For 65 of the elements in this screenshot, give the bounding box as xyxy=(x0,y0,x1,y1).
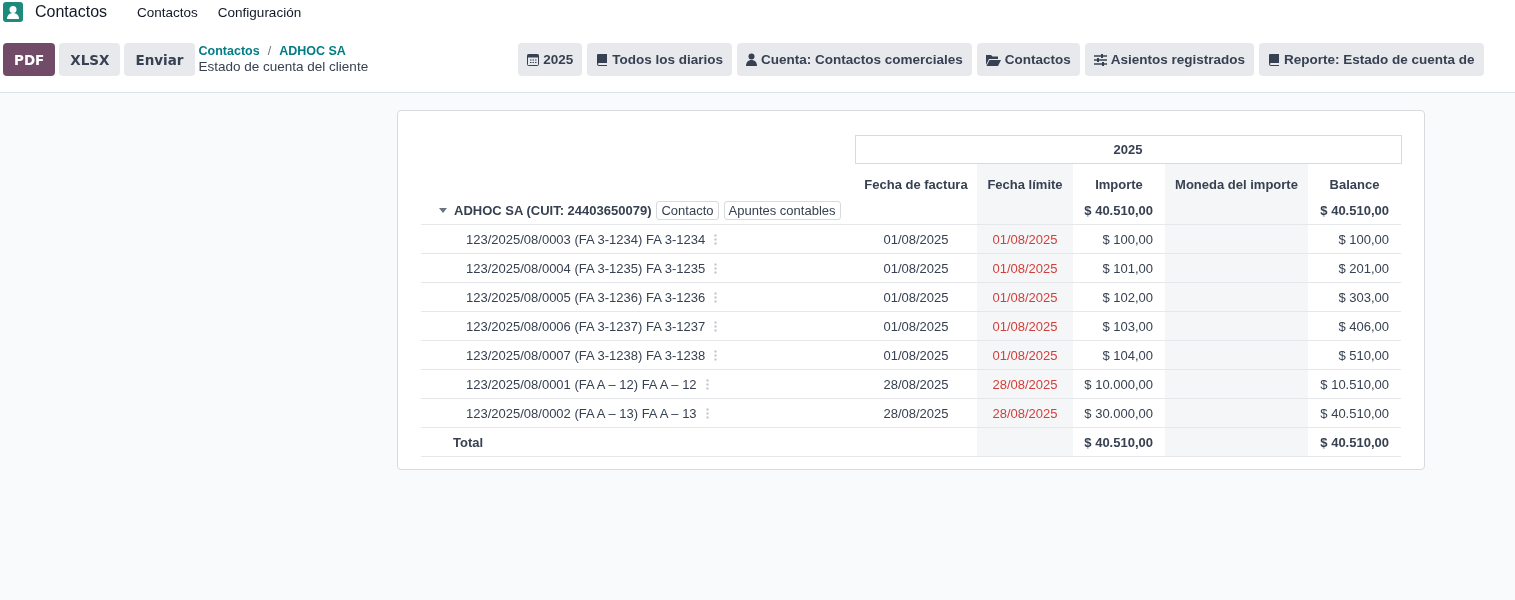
group-button[interactable]: Apuntes contables xyxy=(723,200,841,220)
user-icon xyxy=(745,53,757,66)
kebab-icon[interactable] xyxy=(714,320,718,332)
table-cell: 01/08/2025 xyxy=(977,311,1073,341)
table-cell: 01/08/2025 xyxy=(977,224,1073,254)
kebab-icon[interactable] xyxy=(714,349,718,361)
table-cell: $ 303,00 xyxy=(1308,282,1401,312)
table-cell: $ 40.510,00 xyxy=(1073,196,1165,225)
filter-button[interactable]: Todos los diarios xyxy=(587,43,732,76)
table-cell: $ 201,00 xyxy=(1308,253,1401,283)
book-icon xyxy=(596,53,609,66)
sliders-icon xyxy=(1093,53,1107,66)
table-cell: 01/08/2025 xyxy=(977,282,1073,312)
export-button[interactable]: PDF xyxy=(3,43,56,76)
calendar-icon xyxy=(527,53,540,66)
breadcrumb-link[interactable]: Contactos xyxy=(198,43,260,59)
kebab-icon[interactable] xyxy=(714,233,718,245)
total-label: Total xyxy=(452,434,484,450)
page-title: Estado de cuenta del cliente xyxy=(198,59,369,75)
book-icon xyxy=(1268,53,1281,66)
table-cell: $ 40.510,00 xyxy=(1308,427,1401,457)
export-button[interactable]: XLSX xyxy=(59,43,121,76)
table-cell: $ 100,00 xyxy=(1308,224,1401,254)
group-button[interactable]: Contacto xyxy=(656,200,719,220)
column-header: Importe xyxy=(1073,163,1165,196)
entry-name[interactable]: 123/2025/08/0003 (FA 3-1234) FA 3-1234 xyxy=(466,231,706,247)
column-header: Fecha de factura xyxy=(855,163,977,196)
table-cell: 01/08/2025 xyxy=(977,253,1073,283)
entry-name[interactable]: 123/2025/08/0007 (FA 3-1238) FA 3-1238 xyxy=(466,347,706,363)
menu-item[interactable]: Configuración xyxy=(217,4,302,20)
filter-button[interactable]: Reporte: Estado de cuenta de xyxy=(1259,43,1484,76)
app-name[interactable]: Contactos xyxy=(35,3,108,21)
table-cell: 28/08/2025 xyxy=(977,369,1073,399)
entry-name[interactable]: 123/2025/08/0005 (FA 3-1236) FA 3-1236 xyxy=(466,289,706,305)
export-button[interactable]: Enviar xyxy=(124,43,195,76)
period-header: 2025 xyxy=(855,135,1401,164)
entry-name[interactable]: 123/2025/08/0004 (FA 3-1235) FA 3-1235 xyxy=(466,260,706,276)
table-cell: $ 10.510,00 xyxy=(1308,369,1401,399)
table-cell: $ 510,00 xyxy=(1308,340,1401,370)
caret-icon[interactable] xyxy=(439,207,447,213)
filter-button[interactable]: Contactos xyxy=(976,43,1080,76)
filter-button[interactable]: 2025 xyxy=(518,43,583,76)
kebab-icon[interactable] xyxy=(714,262,718,274)
kebab-icon[interactable] xyxy=(714,291,718,303)
table-cell: $ 406,00 xyxy=(1308,311,1401,341)
menu-item[interactable]: Contactos xyxy=(137,4,198,20)
column-header: Fecha límite xyxy=(977,163,1073,196)
group-name: ADHOC SA (CUIT: 24403650079) xyxy=(454,202,652,218)
entry-name[interactable]: 123/2025/08/0002 (FA A – 13) FA A – 13 xyxy=(466,405,697,421)
entry-name[interactable]: 123/2025/08/0001 (FA A – 12) FA A – 12 xyxy=(466,376,697,392)
table-cell: 28/08/2025 xyxy=(977,398,1073,428)
folder-icon xyxy=(985,53,1001,66)
table-cell: $ 40.510,00 xyxy=(1308,398,1401,428)
app-logo-icon[interactable] xyxy=(3,2,23,22)
filter-button[interactable]: Asientos registrados xyxy=(1084,43,1255,76)
table-cell: $ 40.510,00 xyxy=(1308,196,1401,225)
entry-name[interactable]: 123/2025/08/0006 (FA 3-1237) FA 3-1237 xyxy=(466,318,706,334)
filter-button[interactable]: Cuenta: Contactos comerciales xyxy=(736,43,972,76)
kebab-icon[interactable] xyxy=(705,378,709,390)
kebab-icon[interactable] xyxy=(705,407,709,419)
column-header: Moneda del importe xyxy=(1165,163,1308,196)
column-header: Balance xyxy=(1308,163,1401,196)
breadcrumb-separator: / xyxy=(267,43,272,59)
table-cell: 01/08/2025 xyxy=(977,340,1073,370)
breadcrumb-link[interactable]: ADHOC SA xyxy=(279,43,346,59)
